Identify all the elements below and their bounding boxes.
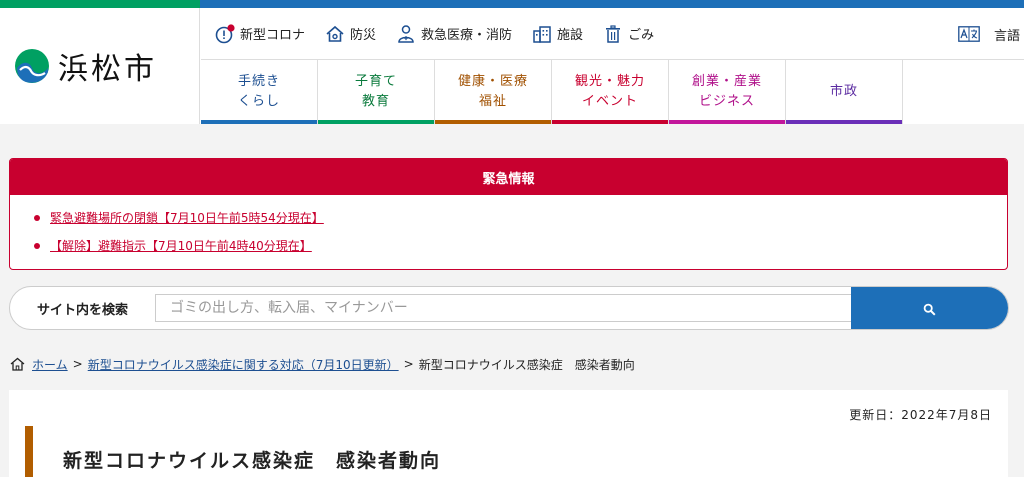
- hamamatsu-logo-icon: [15, 49, 49, 83]
- util-item-emergency-medical[interactable]: 救急医療・消防: [396, 8, 512, 59]
- language-button[interactable]: 言語: [958, 8, 1020, 60]
- util-item-facilities[interactable]: 施設: [532, 8, 583, 59]
- nav-color-bar: [435, 120, 551, 124]
- nav-childcare-education[interactable]: 子育て 教育: [318, 60, 435, 124]
- top-stripe-green: [0, 0, 200, 8]
- nav-label: 観光・魅力 イベント: [574, 74, 645, 109]
- first-aid-person-icon: [398, 24, 414, 43]
- nav-color-bar: [318, 120, 434, 124]
- language-label: 言語: [993, 28, 1020, 44]
- search-input[interactable]: [155, 294, 853, 322]
- nav-procedures-living[interactable]: 手続き くらし: [201, 60, 318, 124]
- util-item-covid[interactable]: 新型コロナ: [215, 8, 305, 59]
- house-icon: [326, 25, 344, 42]
- util-item-label: 防災: [350, 28, 377, 43]
- title-accent-bar: [25, 426, 33, 477]
- site-logo-link[interactable]: 浜松市: [0, 8, 200, 124]
- nav-color-bar: [201, 120, 317, 124]
- top-stripe-blue: [200, 0, 1024, 8]
- breadcrumb-parent-link[interactable]: 新型コロナウイルス感染症に関する対応（7月10日更新）: [88, 356, 399, 373]
- nav-city-government[interactable]: 市政: [786, 60, 903, 124]
- nav-label: 健康・医療 福祉: [457, 74, 528, 109]
- translate-icon: [958, 26, 980, 42]
- updated-date: 更新日：2022年7月8日: [849, 408, 992, 422]
- site-search: サイト内を検索: [9, 286, 1009, 330]
- search-label: サイト内を検索: [36, 302, 128, 318]
- util-item-label: 救急医療・消防: [421, 28, 513, 43]
- utility-nav: 新型コロナ 防災 救急医療・消防 施設 ごみ 言語: [201, 8, 1024, 60]
- nav-business[interactable]: 創業・産業 ビジネス: [669, 60, 786, 124]
- emergency-info-panel: 緊急情報 緊急避難場所の閉鎖【7月10日午前5時54分現在】 【解除】避難指示【…: [9, 158, 1008, 270]
- main-nav: 手続き くらし 子育て 教育 健康・医療 福祉 観光・魅力 イベント 創業・産業…: [201, 60, 904, 124]
- page-title: 新型コロナウイルス感染症 感染者動向: [63, 450, 442, 472]
- emergency-list: 緊急避難場所の閉鎖【7月10日午前5時54分現在】 【解除】避難指示【7月10日…: [10, 195, 1007, 265]
- emergency-title: 緊急情報: [10, 159, 1007, 195]
- util-item-label: 施設: [557, 28, 584, 43]
- breadcrumb-separator: >: [403, 357, 414, 371]
- building-icon: [533, 25, 551, 43]
- search-icon: [923, 303, 936, 316]
- util-item-garbage[interactable]: ごみ: [603, 8, 654, 59]
- nav-health-welfare[interactable]: 健康・医療 福祉: [435, 60, 552, 124]
- search-button[interactable]: [851, 287, 1008, 329]
- breadcrumb: ホーム > 新型コロナウイルス感染症に関する対応（7月10日更新） > 新型コロ…: [10, 355, 635, 373]
- site-name: 浜松市: [58, 52, 157, 87]
- nav-label: 市政: [829, 84, 858, 99]
- trash-icon: [606, 24, 621, 43]
- nav-color-bar: [669, 120, 785, 124]
- site-header: 浜松市 新型コロナ 防災 救急医療・消防 施設 ごみ 言語 手続き くらし 子育…: [0, 0, 1024, 124]
- breadcrumb-current: 新型コロナウイルス感染症 感染者動向: [418, 357, 635, 372]
- util-item-disaster[interactable]: 防災: [325, 8, 376, 59]
- home-icon: [10, 357, 25, 371]
- nav-label: 手続き くらし: [237, 74, 280, 109]
- nav-label: 創業・産業 ビジネス: [691, 74, 762, 109]
- util-item-label: ごみ: [628, 28, 655, 43]
- nav-color-bar: [786, 120, 902, 124]
- emergency-link-shelter-closure[interactable]: 緊急避難場所の閉鎖【7月10日午前5時54分現在】: [50, 211, 324, 225]
- list-item: 緊急避難場所の閉鎖【7月10日午前5時54分現在】: [34, 209, 1007, 237]
- nav-tourism-events[interactable]: 観光・魅力 イベント: [552, 60, 669, 124]
- alert-badge-icon: [215, 23, 235, 43]
- nav-label: 子育て 教育: [354, 74, 397, 109]
- emergency-link-evacuation-lifted[interactable]: 【解除】避難指示【7月10日午前4時40分現在】: [50, 239, 312, 253]
- breadcrumb-separator: >: [72, 357, 83, 371]
- util-item-label: 新型コロナ: [240, 28, 306, 43]
- nav-color-bar: [552, 120, 668, 124]
- main-content: 更新日：2022年7月8日 新型コロナウイルス感染症 感染者動向: [9, 390, 1008, 477]
- breadcrumb-home-link[interactable]: ホーム: [32, 356, 68, 373]
- list-item: 【解除】避難指示【7月10日午前4時40分現在】: [34, 237, 1007, 265]
